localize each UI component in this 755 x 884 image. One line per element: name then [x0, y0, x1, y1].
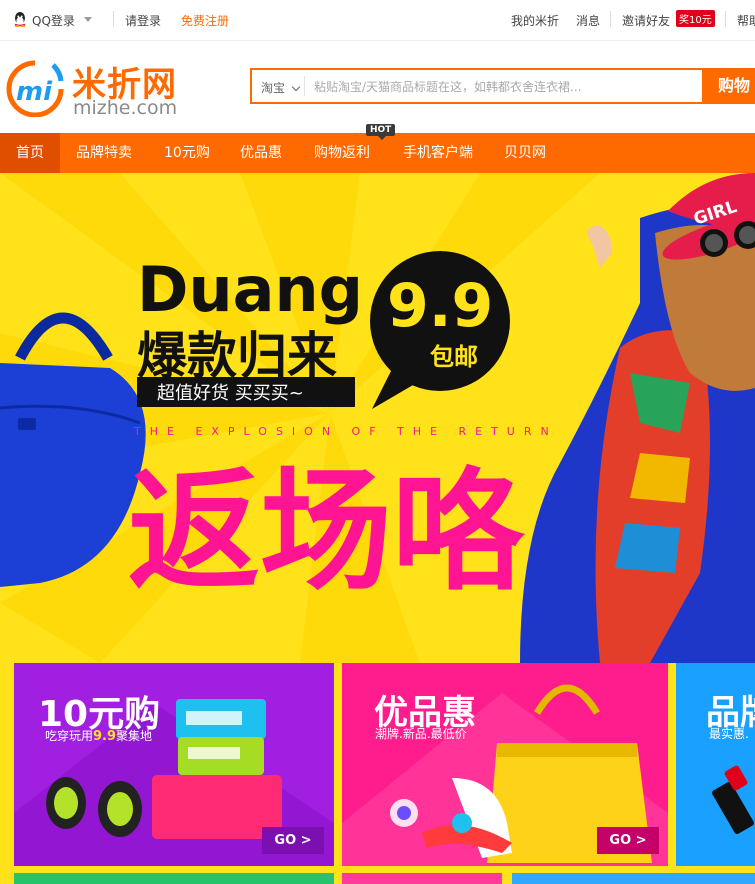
nav-tab-mobile-app[interactable]: 手机客户端 — [403, 133, 473, 173]
nav-tab-ten-yuan[interactable]: 10元购 — [164, 133, 210, 173]
nav-tab-youpinhui[interactable]: 优品惠 — [240, 133, 282, 173]
banner-big-text: 返场咯 — [128, 455, 526, 609]
model-image: GIRL — [520, 173, 755, 663]
go-button[interactable]: GO > — [597, 827, 659, 854]
promo-section: 10元购 吃穿玩用9.9聚集地 GO > 优品惠 潮牌.新品.最低价 GO > … — [0, 663, 755, 884]
hero-banner-art: GIRL Duang 爆款归来 超值好货 买买买~ 9.9 包邮 THE EXP… — [0, 173, 755, 663]
next-row-card[interactable] — [342, 873, 502, 884]
go-button[interactable]: GO > — [262, 827, 324, 854]
divider — [610, 11, 611, 27]
price-note: 包邮 — [430, 343, 478, 371]
promo-subtitle-brand: 最实惠. — [709, 727, 749, 741]
hot-badge: HOT — [366, 124, 396, 140]
promo-card-brand[interactable]: 品牌 最实惠. — [676, 663, 755, 866]
promo-card-youpinhui[interactable]: 优品惠 潮牌.新品.最低价 GO > — [342, 663, 668, 866]
promo-subtitle-youpinhui: 潮牌.新品.最低价 — [375, 727, 467, 741]
my-mizhe-link[interactable]: 我的米折 — [511, 12, 559, 29]
nav-tab-cashback[interactable]: 购物返利 — [314, 133, 370, 173]
divider — [113, 11, 114, 27]
logo-text-en: mizhe.com — [73, 97, 178, 119]
qq-login-link[interactable]: QQ登录 — [32, 12, 75, 29]
register-link[interactable]: 免费注册 — [181, 12, 229, 29]
messages-link[interactable]: 消息 — [576, 12, 600, 29]
mizhe-logo-icon[interactable]: mi — [5, 59, 65, 117]
tagline: 超值好货 买买买~ — [157, 383, 304, 404]
help-link[interactable]: 帮助 — [737, 12, 755, 29]
invite-friends-link[interactable]: 邀请好友 — [622, 12, 670, 29]
qq-penguin-icon — [14, 12, 26, 27]
search-source-select[interactable]: 淘宝 — [261, 79, 285, 96]
headline-en: Duang — [137, 253, 363, 326]
promo-subtitle-ten-yuan: 吃穿玩用9.9聚集地 — [45, 729, 153, 744]
nav-tab-home[interactable]: 首页 — [0, 133, 60, 173]
search-button[interactable]: 购物 — [704, 68, 755, 104]
headline-cn: 爆款归来 — [137, 327, 337, 385]
next-row-card[interactable] — [14, 873, 334, 884]
nav-tab-brand-sale[interactable]: 品牌特卖 — [76, 133, 132, 173]
chevron-down-icon[interactable] — [291, 82, 301, 92]
chevron-down-icon[interactable] — [84, 17, 92, 22]
site-header: mi 米折网 mizhe.com 淘宝 购物 — [0, 41, 755, 133]
next-row-card[interactable] — [512, 873, 755, 884]
search-input[interactable] — [312, 76, 696, 98]
banner-subtitle-en: THE EXPLOSION OF THE RETURN — [133, 425, 558, 438]
login-link[interactable]: 请登录 — [125, 12, 161, 29]
nav-tab-beibei[interactable]: 贝贝网 — [504, 133, 546, 173]
search-box: 淘宝 — [250, 68, 704, 104]
price-value: 9.9 — [387, 271, 493, 341]
invite-reward-badge: 奖10元 — [676, 10, 715, 27]
promo-card-ten-yuan[interactable]: 10元购 吃穿玩用9.9聚集地 GO > — [14, 663, 334, 866]
divider — [304, 76, 305, 96]
top-bar: QQ登录 请登录 免费注册 我的米折 消息 邀请好友 奖10元 帮助 — [0, 0, 755, 41]
svg-text:mi: mi — [16, 77, 53, 107]
hero-banner[interactable]: GIRL Duang 爆款归来 超值好货 买买买~ 9.9 包邮 THE EXP… — [0, 173, 755, 663]
divider — [725, 11, 726, 27]
